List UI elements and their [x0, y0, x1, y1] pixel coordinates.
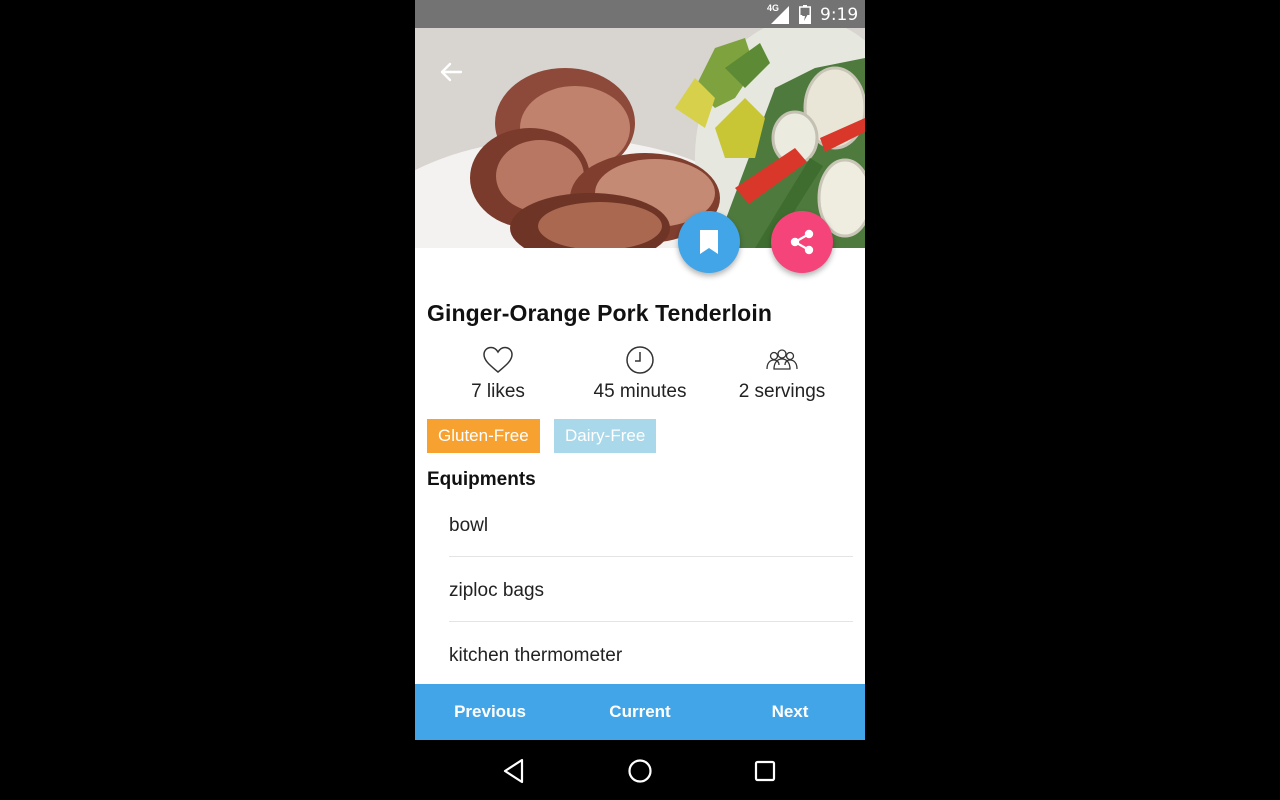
share-icon [790, 229, 814, 255]
system-navigation-bar [415, 740, 865, 800]
bookmark-icon [700, 230, 718, 254]
time-stat: 45 minutes [565, 345, 715, 403]
battery-icon [799, 5, 811, 24]
tag-dairy-free: Dairy-Free [554, 419, 657, 453]
current-button[interactable]: Current [565, 684, 715, 740]
next-button[interactable]: Next [715, 684, 865, 740]
recipe-navigation-bar: Previous Current Next [415, 684, 865, 740]
servings-count: 2 servings [738, 381, 826, 402]
system-home-icon[interactable] [625, 756, 655, 786]
equipment-item-kitchen-thermometer: kitchen thermometer [449, 645, 623, 666]
clock-icon [626, 346, 654, 374]
system-recents-icon[interactable] [750, 756, 780, 786]
recipe-stats: 7 likes 45 minutes 2 servings [415, 345, 865, 415]
people-icon [766, 349, 798, 370]
cook-time: 45 minutes [593, 381, 687, 402]
equipment-item-bowl: bowl [449, 492, 853, 557]
recipe-screen: 4G 9:19 Ginger-Orange Pork Tenderloin 7 … [415, 0, 865, 800]
status-bar: 4G 9:19 [415, 0, 865, 28]
equipment-item-ziploc-bags: ziploc bags [449, 557, 853, 622]
equipment-list: bowl ziploc bags kitchen thermometer [449, 492, 853, 687]
signal-icon [771, 6, 789, 24]
servings-stat: 2 servings [707, 345, 857, 403]
system-back-icon[interactable] [500, 756, 530, 786]
recipe-title: Ginger-Orange Pork Tenderloin [427, 300, 772, 326]
previous-button[interactable]: Previous [415, 684, 565, 740]
bookmark-button[interactable] [678, 211, 740, 273]
share-button[interactable] [771, 211, 833, 273]
heart-icon [483, 346, 513, 373]
likes-stat: 7 likes [423, 345, 573, 403]
arrow-left-icon[interactable] [435, 56, 467, 88]
likes-count: 7 likes [471, 381, 525, 402]
tag-gluten-free: Gluten-Free [427, 419, 540, 453]
equipments-heading: Equipments [427, 469, 536, 490]
clock-time: 9:19 [820, 5, 859, 25]
